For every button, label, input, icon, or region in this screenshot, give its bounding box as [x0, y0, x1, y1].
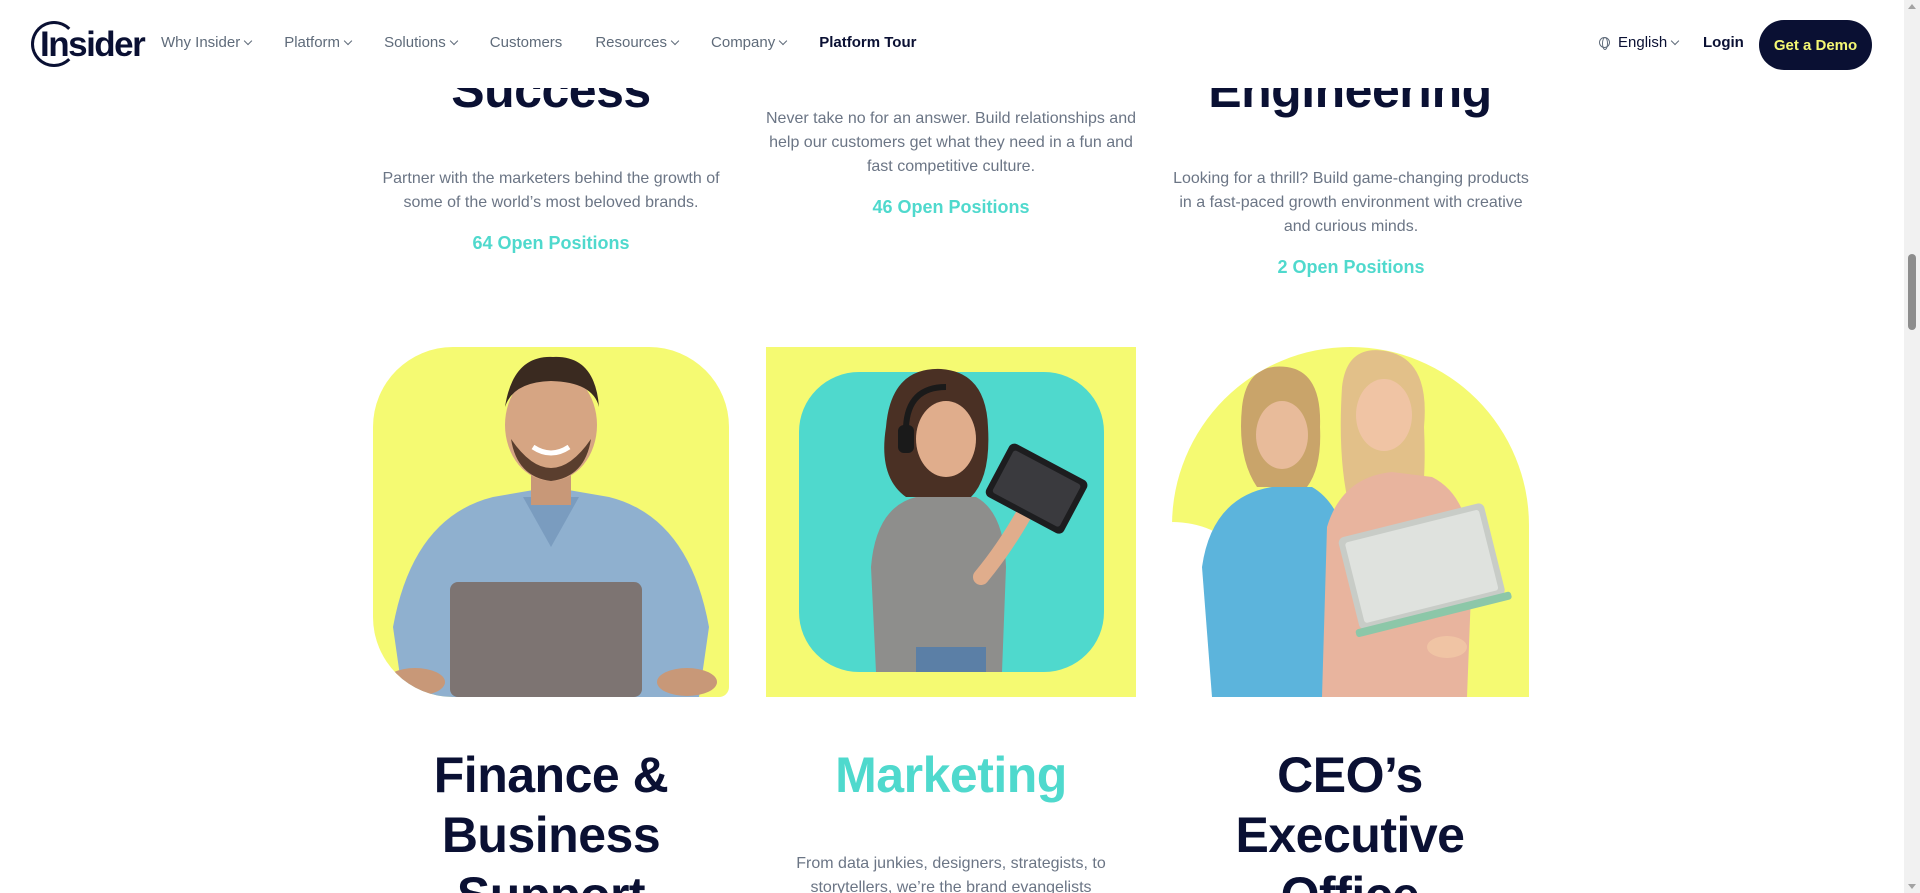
title-line: Executive — [1235, 807, 1465, 863]
finance-team-photo — [373, 347, 729, 697]
nav-label: Platform — [284, 34, 341, 51]
team-title-ceo-office: CEO’s Executive Office — [1160, 745, 1540, 893]
title-line: Business — [441, 807, 661, 863]
team-desc-success: Partner with the marketers behind the gr… — [382, 170, 720, 211]
open-positions-link-success[interactable]: 64 Open Positions — [373, 233, 729, 254]
scroll-down-arrow-icon[interactable] — [1908, 884, 1916, 889]
nav-platform[interactable]: Platform — [284, 34, 353, 51]
team-title-finance: Finance & Business Support — [373, 745, 729, 893]
nav-why-insider[interactable]: Why Insider — [161, 34, 253, 51]
title-line: Support — [373, 865, 729, 893]
login-link[interactable]: Login — [1703, 34, 1744, 51]
page-scrollbar[interactable] — [1904, 0, 1920, 893]
nav-platform-tour[interactable]: Platform Tour — [819, 34, 916, 51]
chevron-down-icon — [449, 36, 459, 45]
site-header: Insider Why Insider Platform Solutions C… — [0, 0, 1904, 88]
ceo-office-photo — [1172, 347, 1529, 697]
nav-label: Customers — [489, 34, 563, 51]
nav-solutions[interactable]: Solutions — [384, 34, 459, 51]
chevron-down-icon — [243, 36, 253, 45]
team-desc-engineering: Looking for a thrill? Build game-changin… — [1173, 170, 1529, 235]
nav-company[interactable]: Company — [711, 34, 788, 51]
language-selector[interactable]: English — [1599, 34, 1680, 51]
insider-logo[interactable]: Insider — [31, 19, 146, 69]
main-nav: Why Insider Platform Solutions Customers… — [161, 34, 949, 51]
nav-customers[interactable]: Customers — [490, 34, 563, 51]
title-line: CEO’s — [1277, 747, 1423, 803]
woman-with-tablet-image — [871, 368, 1088, 672]
chevron-down-icon — [1670, 36, 1680, 45]
title-line: Office — [1160, 865, 1540, 893]
title-line: Finance & — [433, 747, 669, 803]
open-positions-link-sales[interactable]: 46 Open Positions — [766, 197, 1136, 218]
scroll-up-arrow-icon[interactable] — [1908, 4, 1916, 9]
man-with-laptop-image — [385, 356, 717, 697]
chevron-down-icon — [778, 36, 788, 45]
nav-label: Resources — [595, 34, 668, 51]
two-women-laptop-image — [1202, 350, 1512, 697]
marketing-team-photo — [766, 347, 1136, 697]
team-title-marketing[interactable]: Marketing — [766, 745, 1136, 805]
chevron-down-icon — [670, 36, 680, 45]
scrollbar-thumb[interactable] — [1908, 254, 1916, 330]
nav-label: Platform Tour — [819, 34, 917, 51]
chevron-down-icon — [343, 36, 353, 45]
nav-resources[interactable]: Resources — [595, 34, 680, 51]
open-positions-link-engineering[interactable]: 2 Open Positions — [1166, 257, 1536, 278]
globe-icon — [1599, 37, 1610, 50]
get-a-demo-button[interactable]: Get a Demo — [1759, 20, 1872, 70]
nav-label: Why Insider — [161, 34, 241, 51]
logo-text: Insider — [40, 25, 146, 64]
team-desc-sales: Never take no for an answer. Build relat… — [766, 110, 1136, 175]
team-desc-marketing: From data junkies, designers, strategist… — [796, 855, 1106, 893]
nav-label: Solutions — [384, 34, 446, 51]
nav-label: Company — [711, 34, 776, 51]
language-label: English — [1618, 34, 1668, 51]
